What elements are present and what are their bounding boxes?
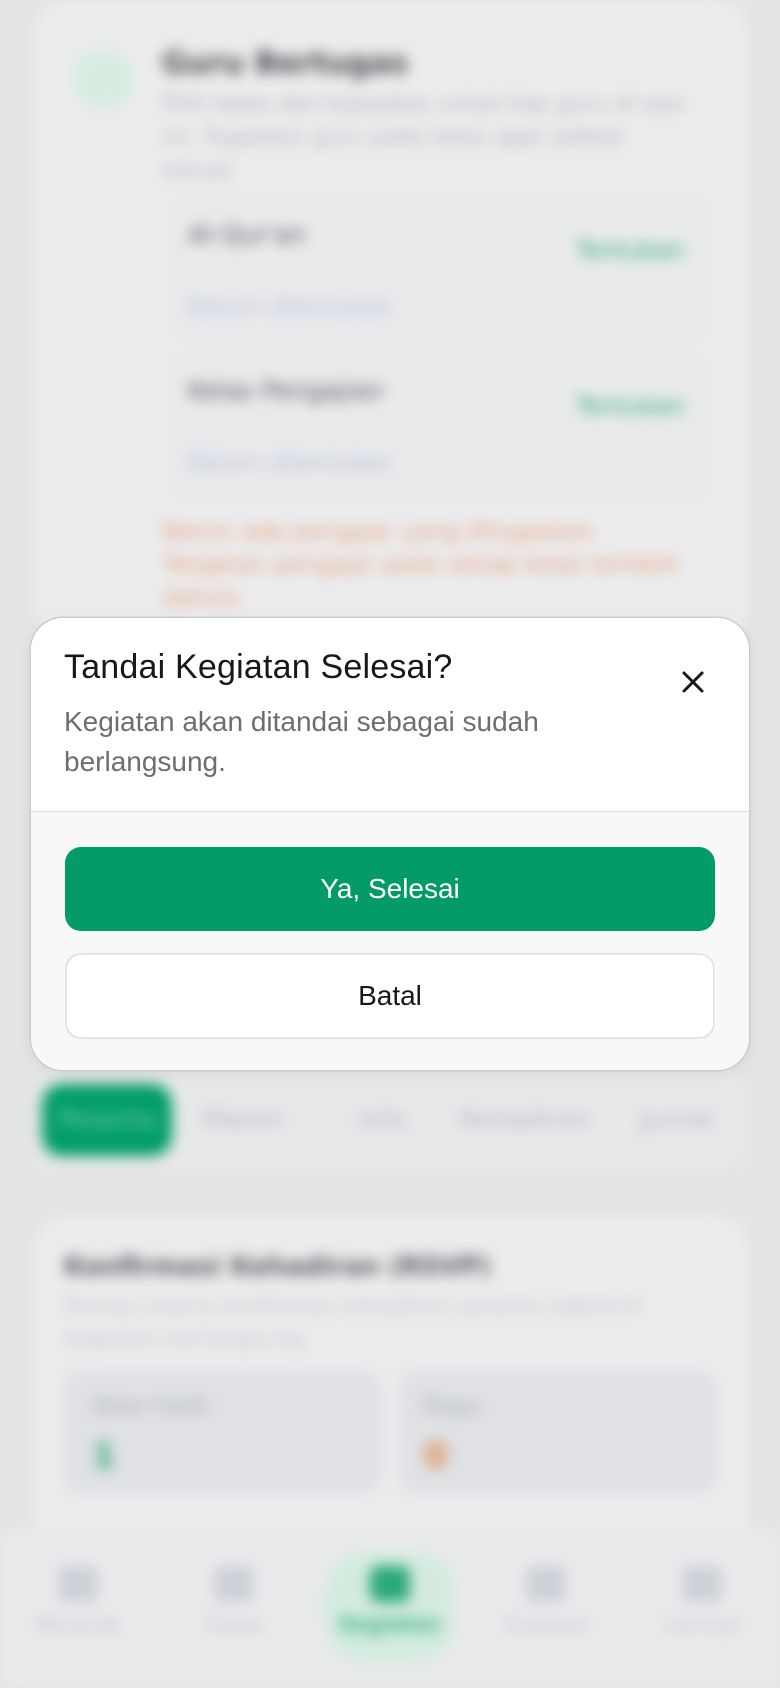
tab-info[interactable]: Info bbox=[342, 1084, 422, 1156]
close-icon bbox=[682, 671, 704, 693]
close-button[interactable] bbox=[665, 654, 721, 710]
clipboard-icon bbox=[526, 1566, 566, 1602]
warning-text: Belum ada pengajar yang ditugaskan. Teta… bbox=[162, 519, 680, 611]
dialog-header: Tandai Kegiatan Selesai? Kegiatan akan d… bbox=[31, 618, 749, 812]
home-icon bbox=[58, 1566, 98, 1602]
tab-materi[interactable]: Materi bbox=[184, 1084, 304, 1156]
nav-label: Kegiatan bbox=[339, 1612, 441, 1636]
cancel-button[interactable]: Batal bbox=[65, 953, 715, 1039]
tab-peserta[interactable]: Peserta bbox=[42, 1084, 172, 1156]
tab-bar: Peserta Materi Info Kehadiran Jurnal bbox=[34, 1070, 748, 1170]
stat-label: Akan hadir bbox=[92, 1394, 211, 1419]
nav-label: Lainnya bbox=[662, 1612, 742, 1636]
nav-beranda[interactable]: Beranda bbox=[8, 1560, 148, 1660]
teacher-section-title: Guru Bertugas bbox=[162, 46, 408, 81]
stat-value: 0 bbox=[424, 1436, 448, 1476]
dialog-description: Kegiatan akan ditandai sebagai sudah ber… bbox=[64, 706, 539, 777]
nav-kegiatan[interactable]: Kegiatan bbox=[320, 1560, 460, 1660]
nav-label: Siswa bbox=[205, 1612, 263, 1636]
rsvp-title: Konfirmasi Kehadiran (RSVP) bbox=[64, 1252, 491, 1282]
dialog-title: Tandai Kegiatan Selesai? bbox=[64, 648, 453, 686]
rsvp-desc: Pantau status konfirmasi kehadiran peser… bbox=[64, 1294, 644, 1352]
confirm-dialog: Tandai Kegiatan Selesai? Kegiatan akan d… bbox=[31, 618, 749, 1070]
tab-jurnal[interactable]: Jurnal bbox=[616, 1084, 736, 1156]
assignment-action[interactable]: Tentukan bbox=[576, 236, 685, 264]
stat-card bbox=[400, 1370, 718, 1494]
calendar-icon bbox=[370, 1566, 410, 1602]
assignment-value: Belum ditentukan bbox=[188, 450, 393, 476]
stat-label: Ragu bbox=[424, 1394, 481, 1419]
confirm-button[interactable]: Ya, Selesai bbox=[65, 847, 715, 931]
dialog-actions: Ya, Selesai Batal bbox=[31, 812, 749, 1070]
tab-kehadiran[interactable]: Kehadiran bbox=[450, 1084, 600, 1156]
students-icon bbox=[214, 1566, 254, 1602]
nav-label: Evaluasi bbox=[504, 1612, 588, 1636]
assignment-name: Kelas Pengajian bbox=[188, 376, 384, 405]
assignment-value: Belum ditentukan bbox=[188, 294, 393, 320]
nav-evaluasi[interactable]: Evaluasi bbox=[476, 1560, 616, 1660]
assignment-name: Al-Qur'an bbox=[188, 220, 306, 249]
teacher-icon bbox=[72, 48, 134, 110]
nav-lainnya[interactable]: Lainnya bbox=[632, 1560, 772, 1660]
assignment-action[interactable]: Tentukan bbox=[576, 392, 685, 420]
stat-value: 1 bbox=[92, 1436, 116, 1476]
nav-label: Beranda bbox=[35, 1612, 121, 1636]
bottom-nav: Beranda Siswa Kegiatan Evaluasi Lainnya bbox=[0, 1530, 780, 1688]
teacher-section-desc: Pilih kelas dan kapasitas untuk tiap gur… bbox=[162, 92, 685, 183]
nav-siswa[interactable]: Siswa bbox=[164, 1560, 304, 1660]
grid-icon bbox=[682, 1566, 722, 1602]
